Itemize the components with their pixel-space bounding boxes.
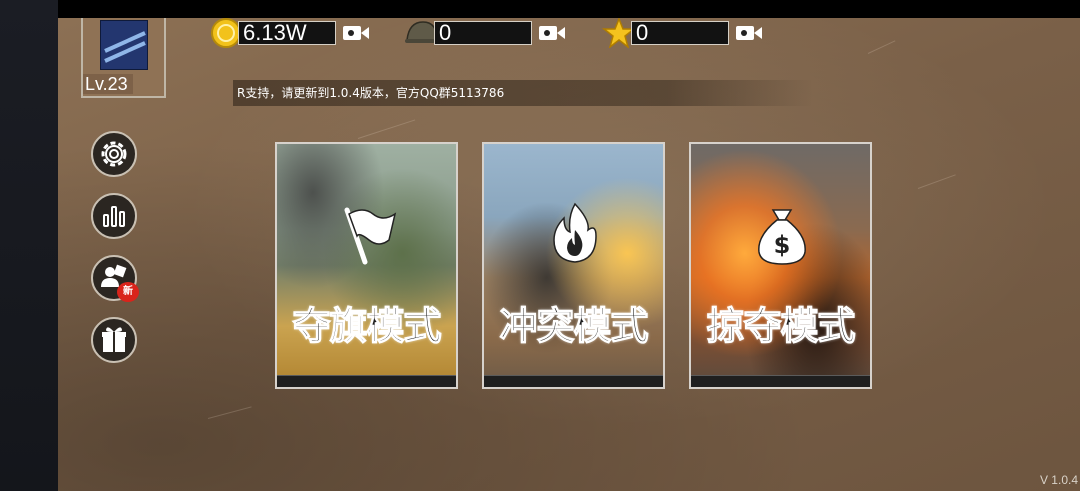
rank-chevron-icon	[100, 20, 148, 70]
texture-scratch	[867, 40, 896, 54]
mode-card-plunder[interactable]: $ 掠夺模式	[689, 142, 872, 389]
helmet-value: 0	[434, 21, 532, 45]
game-main-menu: Lv.23 6.13W 0 0 R支持，请更新到1.0.4版本，官方QQ群511…	[58, 18, 1080, 491]
player-level-label: Lv.23	[83, 74, 133, 94]
new-badge: 新	[117, 282, 139, 302]
card-footer-bar	[277, 375, 456, 387]
bar-chart-icon	[103, 206, 125, 227]
stats-button[interactable]	[91, 193, 137, 239]
texture-scratch	[357, 119, 416, 139]
player-level-badge[interactable]: Lv.23	[81, 18, 166, 98]
friends-button[interactable]: 新	[91, 255, 139, 302]
settings-button[interactable]	[91, 131, 137, 177]
money-bag-icon: $	[758, 209, 806, 265]
coin-value: 6.13W	[238, 21, 336, 45]
mode-title: 夺旗模式	[292, 303, 442, 348]
mode-title: 掠夺模式	[706, 303, 856, 348]
version-label: V 1.0.4	[1039, 473, 1078, 487]
svg-text:$: $	[774, 231, 791, 259]
video-camera-icon[interactable]	[342, 24, 370, 42]
gift-button[interactable]	[91, 317, 137, 363]
top-screen-bezel	[58, 0, 1080, 18]
flag-icon	[344, 207, 397, 265]
notice-marquee: R支持，请更新到1.0.4版本，官方QQ群5113786	[233, 80, 813, 106]
gift-icon	[102, 327, 126, 352]
star-value: 0	[631, 21, 729, 45]
texture-scratch	[207, 406, 252, 419]
mode-card-capture-the-flag[interactable]: 夺旗模式	[275, 142, 458, 389]
texture-scratch	[917, 174, 956, 189]
left-screen-bezel	[0, 0, 58, 491]
notice-text: R支持，请更新到1.0.4版本，官方QQ群5113786	[237, 86, 505, 100]
card-footer-bar	[484, 375, 663, 387]
video-camera-icon[interactable]	[735, 24, 763, 42]
gear-icon	[101, 141, 127, 167]
mode-title: 冲突模式	[499, 303, 649, 348]
mode-card-conflict[interactable]: 冲突模式	[482, 142, 665, 389]
video-camera-icon[interactable]	[538, 24, 566, 42]
fire-icon	[553, 202, 597, 263]
card-footer-bar	[691, 375, 870, 387]
